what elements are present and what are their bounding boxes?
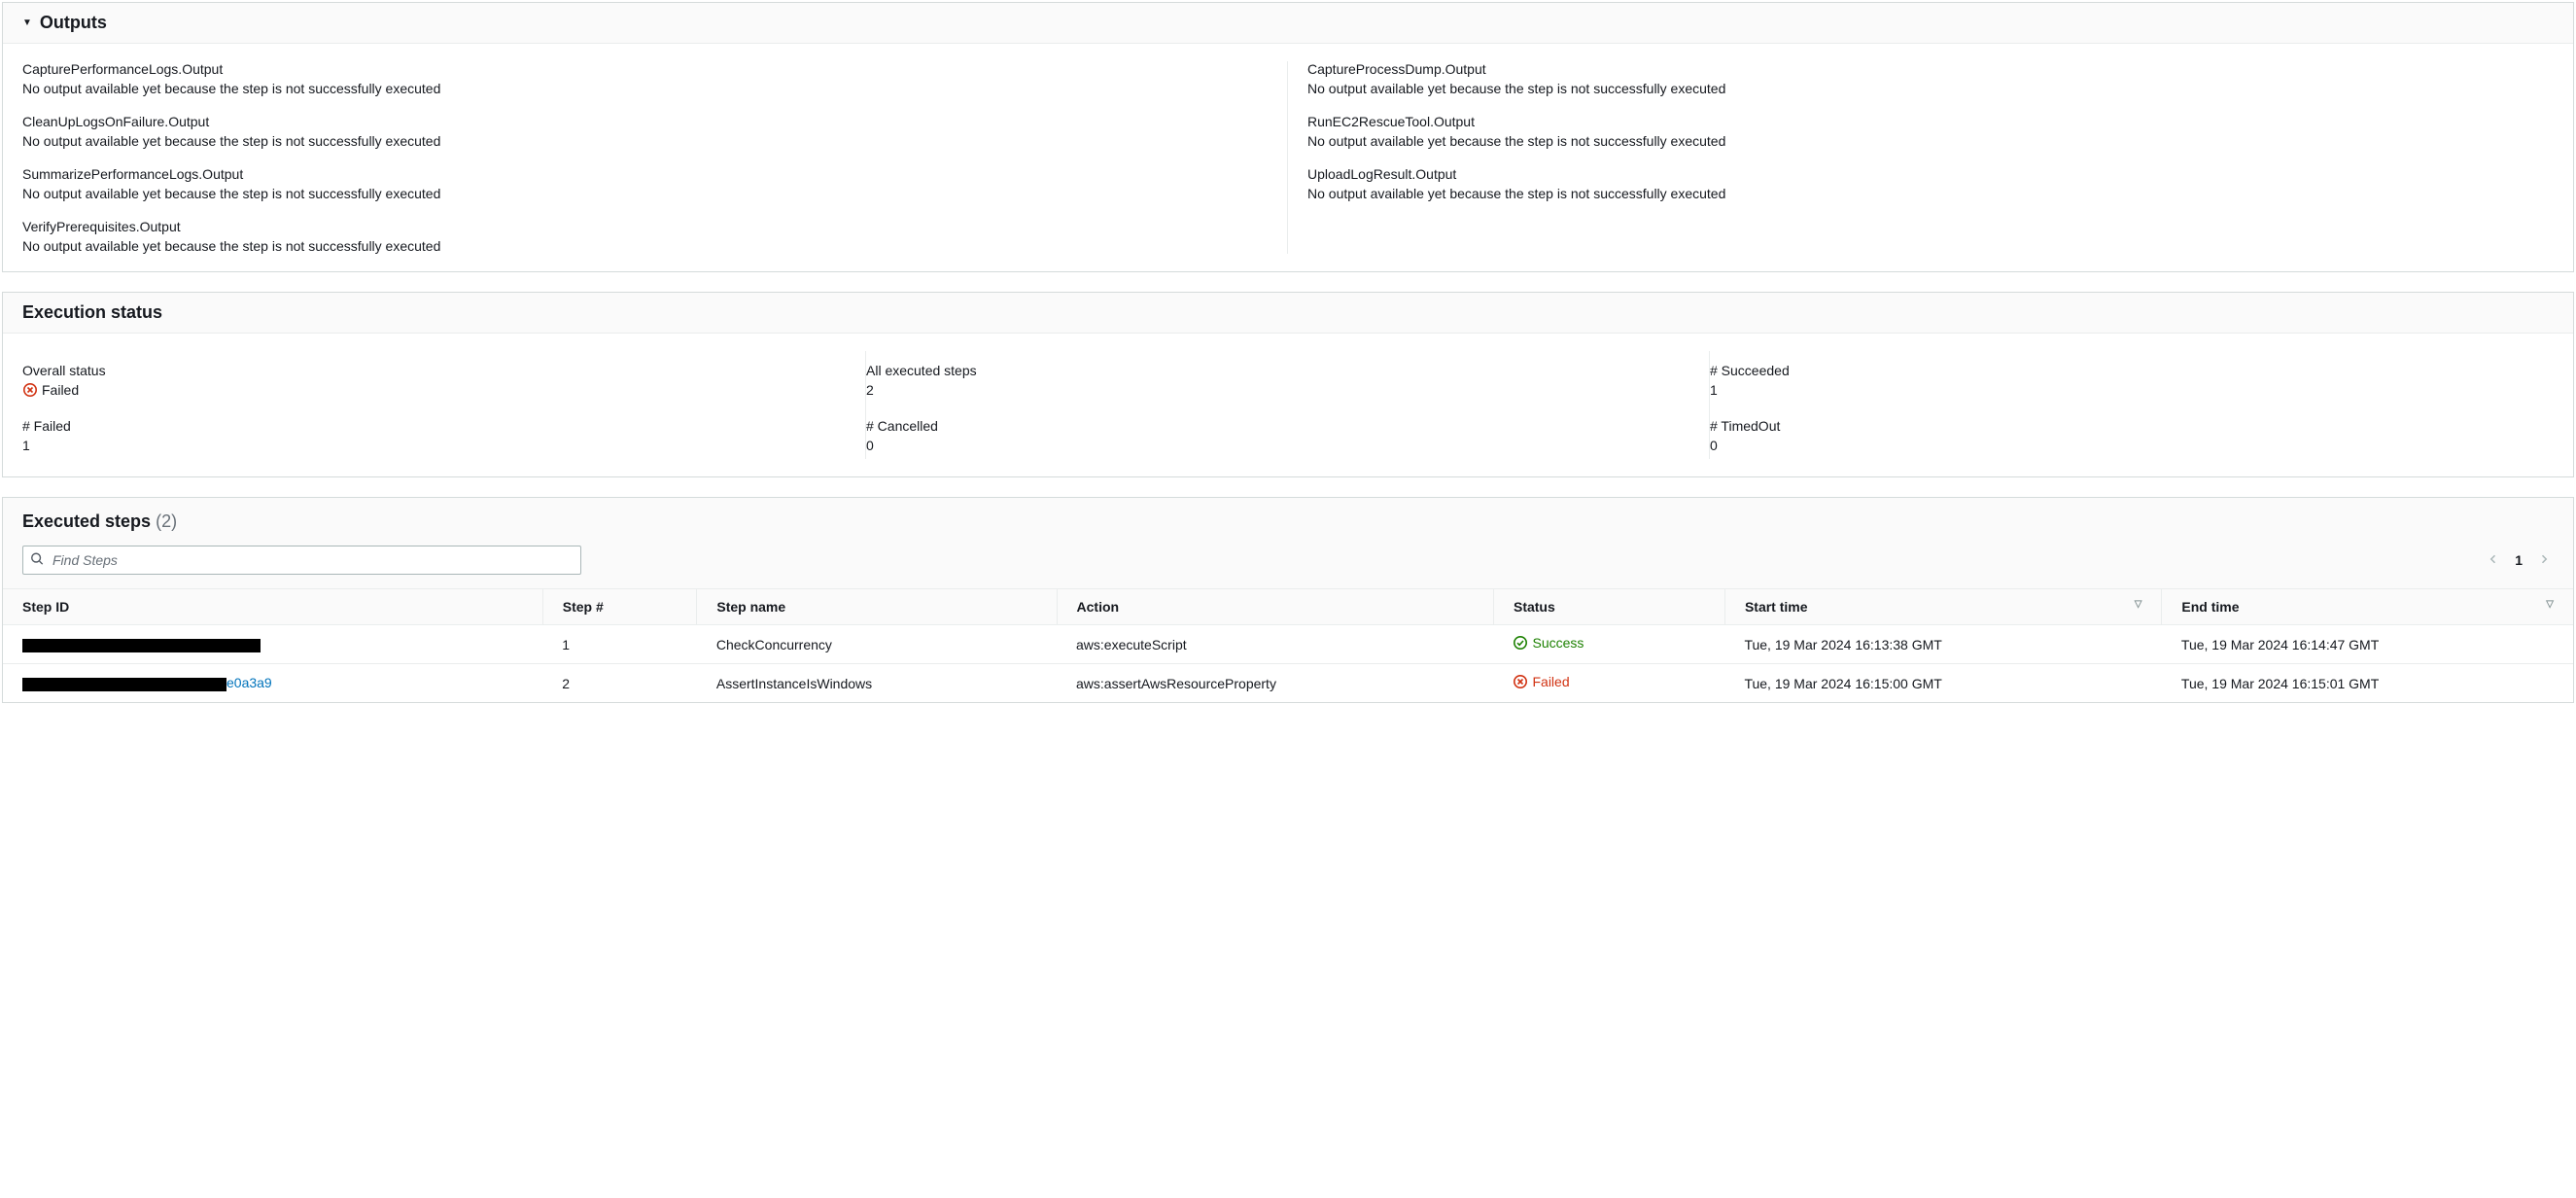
steps-table: Step ID Step # Step name Action Status S…	[3, 588, 2573, 702]
cancelled-value: 0	[866, 438, 1689, 453]
output-value: No output available yet because the step…	[22, 81, 1268, 96]
table-row: e0a3a9 2 AssertInstanceIsWindows aws:ass…	[3, 664, 2573, 703]
output-value: No output available yet because the step…	[22, 238, 1268, 254]
pagination: 1	[2484, 548, 2554, 572]
output-name: CleanUpLogsOnFailure.Output	[22, 114, 1268, 129]
step-name-cell: AssertInstanceIsWindows	[697, 664, 1057, 703]
search-input[interactable]	[22, 546, 581, 575]
output-value: No output available yet because the step…	[1307, 81, 2554, 96]
output-name: SummarizePerformanceLogs.Output	[22, 166, 1268, 182]
prev-page-button[interactable]	[2484, 548, 2503, 572]
sort-icon: ▽	[2546, 599, 2554, 610]
output-value: No output available yet because the step…	[22, 186, 1268, 201]
caret-down-icon: ▼	[22, 18, 32, 28]
output-name: CapturePerformanceLogs.Output	[22, 61, 1268, 77]
failed-value: 1	[22, 438, 846, 453]
table-row: 1 CheckConcurrency aws:executeScript Suc…	[3, 625, 2573, 664]
outputs-panel: ▼ Outputs CapturePerformanceLogs.Output …	[2, 2, 2574, 272]
status-badge: Failed	[1513, 674, 1569, 689]
search-wrap	[22, 546, 581, 575]
outputs-right-col: CaptureProcessDump.Output No output avai…	[1288, 61, 2554, 254]
outputs-left-col: CapturePerformanceLogs.Output No output …	[22, 61, 1288, 254]
status-badge: Success	[1513, 635, 1584, 651]
executed-steps-panel: Executed steps (2) 1 Step ID Step # Ste	[2, 497, 2574, 703]
step-id-link-fragment: e0a3a9	[226, 675, 272, 690]
output-value: No output available yet because the step…	[1307, 133, 2554, 149]
timedout-cell: # TimedOut 0	[1710, 406, 2554, 459]
success-icon	[1513, 635, 1528, 651]
action-cell: aws:executeScript	[1057, 625, 1493, 664]
output-name: CaptureProcessDump.Output	[1307, 61, 2554, 77]
all-executed-value: 2	[866, 382, 1689, 398]
overall-status-cell: Overall status Failed	[22, 351, 866, 406]
output-name: UploadLogResult.Output	[1307, 166, 2554, 182]
col-start-time[interactable]: Start time▽	[1724, 589, 2161, 625]
succeeded-cell: # Succeeded 1	[1710, 351, 2554, 406]
succeeded-value: 1	[1710, 382, 2534, 398]
end-time-cell: Tue, 19 Mar 2024 16:14:47 GMT	[2162, 625, 2573, 664]
executed-steps-header: Executed steps (2)	[3, 498, 2573, 546]
next-page-button[interactable]	[2534, 548, 2554, 572]
col-step-name[interactable]: Step name	[697, 589, 1057, 625]
error-icon	[1513, 674, 1528, 689]
timedout-value: 0	[1710, 438, 2534, 453]
outputs-header[interactable]: ▼ Outputs	[3, 3, 2573, 44]
execution-status-title: Execution status	[22, 302, 162, 323]
failed-cell: # Failed 1	[22, 406, 866, 459]
col-step-num[interactable]: Step #	[542, 589, 697, 625]
error-icon	[22, 382, 38, 398]
succeeded-label: # Succeeded	[1710, 363, 2534, 378]
step-name-cell: CheckConcurrency	[697, 625, 1057, 664]
redacted-text	[22, 639, 261, 652]
end-time-cell: Tue, 19 Mar 2024 16:15:01 GMT	[2162, 664, 2573, 703]
timedout-label: # TimedOut	[1710, 418, 2534, 434]
status-cell: Success	[1493, 625, 1724, 664]
cancelled-label: # Cancelled	[866, 418, 1689, 434]
col-status[interactable]: Status	[1493, 589, 1724, 625]
overall-status-value: Failed	[22, 382, 79, 398]
step-num-cell: 1	[542, 625, 697, 664]
col-end-time[interactable]: End time▽	[2162, 589, 2573, 625]
output-name: VerifyPrerequisites.Output	[22, 219, 1268, 234]
execution-status-header: Execution status	[3, 293, 2573, 334]
overall-status-label: Overall status	[22, 363, 846, 378]
status-cell: Failed	[1493, 664, 1724, 703]
output-value: No output available yet because the step…	[1307, 186, 2554, 201]
executed-steps-count: (2)	[156, 511, 177, 531]
step-id-cell[interactable]	[3, 625, 542, 664]
start-time-cell: Tue, 19 Mar 2024 16:13:38 GMT	[1724, 625, 2161, 664]
execution-status-panel: Execution status Overall status Failed A…	[2, 292, 2574, 477]
col-step-id[interactable]: Step ID	[3, 589, 542, 625]
search-icon	[30, 552, 44, 569]
step-num-cell: 2	[542, 664, 697, 703]
col-action[interactable]: Action	[1057, 589, 1493, 625]
outputs-title: Outputs	[40, 13, 107, 33]
all-executed-label: All executed steps	[866, 363, 1689, 378]
output-value: No output available yet because the step…	[22, 133, 1268, 149]
all-executed-cell: All executed steps 2	[866, 351, 1710, 406]
cancelled-cell: # Cancelled 0	[866, 406, 1710, 459]
failed-label: # Failed	[22, 418, 846, 434]
start-time-cell: Tue, 19 Mar 2024 16:15:00 GMT	[1724, 664, 2161, 703]
executed-steps-title: Executed steps	[22, 511, 151, 531]
current-page: 1	[2515, 552, 2523, 568]
output-name: RunEC2RescueTool.Output	[1307, 114, 2554, 129]
action-cell: aws:assertAwsResourceProperty	[1057, 664, 1493, 703]
step-id-cell[interactable]: e0a3a9	[3, 664, 542, 703]
redacted-text	[22, 678, 226, 691]
sort-icon: ▽	[2135, 599, 2142, 610]
